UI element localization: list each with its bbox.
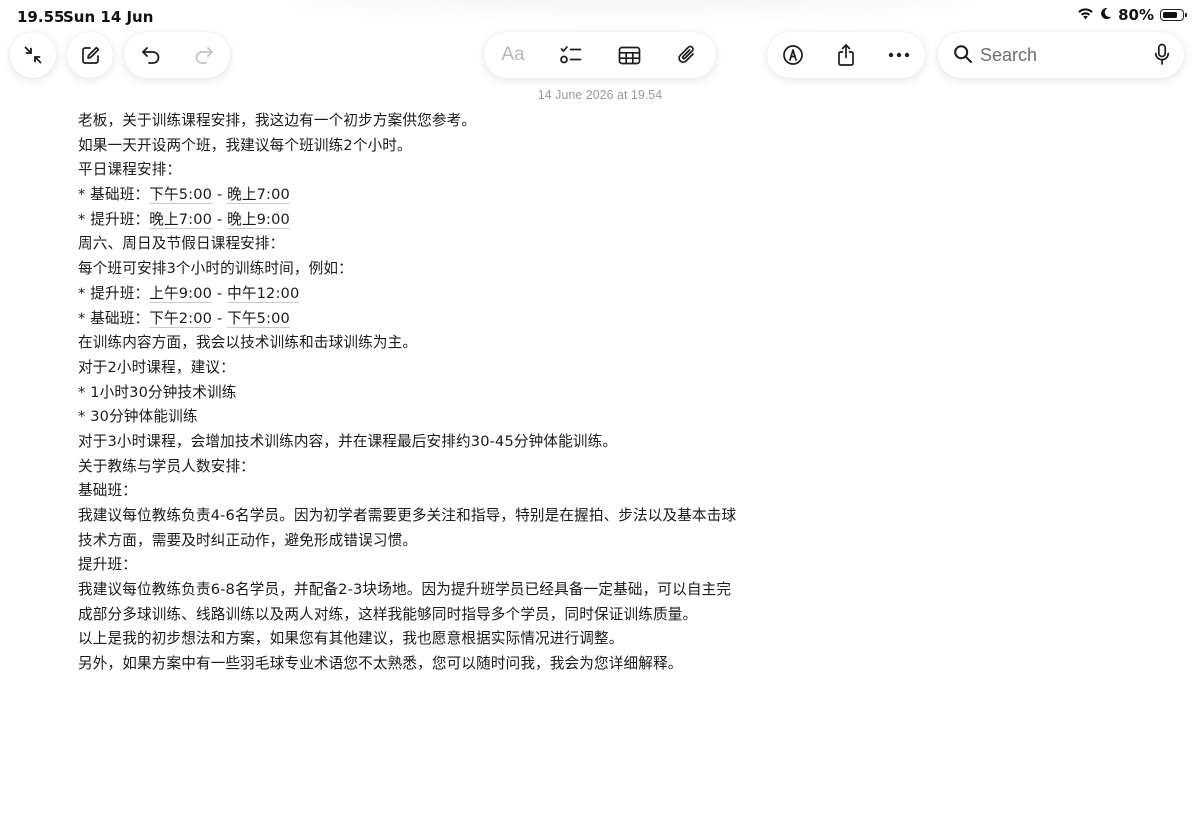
- status-date: Sun 14 Jun: [63, 8, 154, 26]
- share-icon: [838, 44, 854, 66]
- checklist-icon: [560, 46, 582, 64]
- schedule-time[interactable]: 下午5:00: [149, 186, 212, 203]
- note-line: 周六、周日及节假日课程安排：: [78, 235, 285, 253]
- more-button[interactable]: [881, 37, 917, 73]
- note-line: 提升班：: [78, 556, 137, 574]
- note-line: 对于2小时课程，建议：: [78, 358, 235, 376]
- collapse-icon: [24, 46, 42, 64]
- schedule-time[interactable]: 下午5:00: [227, 310, 290, 327]
- note-line: 在训练内容方面，我会以技术训练和击球训练为主。: [78, 334, 418, 352]
- collapse-button[interactable]: [15, 37, 51, 73]
- schedule-label: * 基础班：: [78, 309, 150, 327]
- notes-app-screen: 19.55 Sun 14 Jun 80% Aa Search 14 June 2…: [0, 0, 1200, 834]
- history-pill: [124, 32, 230, 78]
- note-line: 我建议每位教练负责4-6名学员。因为初学者需要更多关注和指导，特别是在握拍、步法…: [78, 507, 737, 524]
- table-button[interactable]: [611, 37, 647, 73]
- note-line: 技术方面，需要及时纠正动作，避免形成错误习惯。: [78, 531, 418, 549]
- time-separator: -: [212, 309, 228, 327]
- microphone-icon[interactable]: [1154, 43, 1170, 70]
- note-line: * 基础班：下午5:00 - 晚上7:00: [78, 183, 778, 208]
- undo-button[interactable]: [133, 37, 169, 73]
- attachment-icon: [678, 45, 694, 64]
- schedule-label: * 提升班：: [78, 210, 150, 228]
- share-button[interactable]: [828, 37, 864, 73]
- format-pill: Aa: [484, 32, 716, 78]
- note-line: * 提升班：晚上7:00 - 晚上9:00: [78, 208, 778, 233]
- battery-percent: 80%: [1118, 6, 1154, 24]
- note-line: * 基础班：下午2:00 - 下午5:00: [78, 307, 778, 332]
- note-line: 我建议每位教练负责6-8名学员，并配备2-3块场地。因为提升班学员已经具备一定基…: [78, 581, 732, 599]
- note-line: 如果一天开设两个班，我建议每个班训练2个小时。: [78, 136, 412, 154]
- redo-button[interactable]: [186, 37, 222, 73]
- schedule-label: * 提升班：: [78, 284, 150, 302]
- compose-button[interactable]: [72, 37, 108, 73]
- note-line: 关于教练与学员人数安排：: [78, 457, 255, 475]
- markup-button[interactable]: [775, 37, 811, 73]
- schedule-time[interactable]: 晚上7:00: [149, 211, 212, 228]
- battery-icon: [1160, 9, 1187, 21]
- collapse-pill: [10, 32, 56, 78]
- schedule-time[interactable]: 上午9:00: [149, 285, 212, 302]
- schedule-time[interactable]: 下午2:00: [149, 310, 212, 327]
- checklist-button[interactable]: [553, 37, 589, 73]
- undo-icon: [141, 47, 159, 64]
- status-bar: 19.55 Sun 14 Jun 80%: [0, 0, 1200, 32]
- schedule-label: * 基础班：: [78, 186, 150, 204]
- note-line: 对于3小时课程，会增加技术训练内容，并在课程最后安排约30-45分钟体能训练。: [78, 432, 618, 450]
- text-format-button[interactable]: Aa: [495, 37, 531, 73]
- time-separator: -: [212, 186, 228, 204]
- status-indicators: 80%: [1077, 6, 1187, 24]
- battery-level: [1162, 11, 1177, 18]
- time-separator: -: [212, 284, 228, 302]
- note-line: 基础班：: [78, 482, 137, 500]
- note-line: 成部分多球训练、线路训练以及两人对练，这样我能够同时指导多个学员，同时保证训练质…: [78, 605, 698, 623]
- markup-icon: [783, 45, 804, 65]
- note-timestamp: 14 June 2026 at 19.54: [537, 88, 663, 102]
- note-line: * 提升班：上午9:00 - 中午12:00: [78, 282, 778, 307]
- more-icon: [888, 52, 909, 58]
- note-line: 另外，如果方案中有一些羽毛球专业术语您不太熟悉，您可以随时问我，我会为您详细解释…: [78, 655, 683, 673]
- note-line: * 30分钟体能训练: [78, 408, 198, 426]
- moon-icon: [1100, 6, 1112, 24]
- attachment-button[interactable]: [669, 37, 705, 73]
- schedule-time[interactable]: 晚上9:00: [227, 211, 290, 228]
- note-body[interactable]: 老板，关于训练课程安排，我这边有一个初步方案供您参考。 如果一天开设两个班，我建议…: [78, 109, 778, 677]
- search-bar: [938, 32, 1184, 78]
- text-format-label: Aa: [501, 44, 525, 65]
- note-line: 老板，关于训练课程安排，我这边有一个初步方案供您参考。: [78, 112, 477, 129]
- redo-icon: [195, 47, 213, 64]
- schedule-time[interactable]: 晚上7:00: [227, 186, 290, 203]
- schedule-time[interactable]: 中午12:00: [227, 285, 299, 302]
- table-icon: [618, 46, 640, 64]
- note-line: 以上是我的初步想法和方案，如果您有其他建议，我也愿意根据实际情况进行调整。: [78, 630, 624, 648]
- note-line: 平日课程安排：: [78, 161, 182, 179]
- compose-pill: [67, 32, 113, 78]
- compose-icon: [81, 46, 99, 64]
- note-line: 每个班可安排3个小时的训练时间，例如：: [78, 260, 353, 278]
- search-input[interactable]: [980, 43, 1140, 67]
- wifi-icon: [1077, 6, 1094, 24]
- status-time: 19.55: [17, 8, 65, 26]
- actions-pill: [767, 32, 925, 78]
- time-separator: -: [212, 210, 228, 228]
- note-line: * 1小时30分钟技术训练: [78, 383, 237, 401]
- search-icon: [953, 44, 973, 68]
